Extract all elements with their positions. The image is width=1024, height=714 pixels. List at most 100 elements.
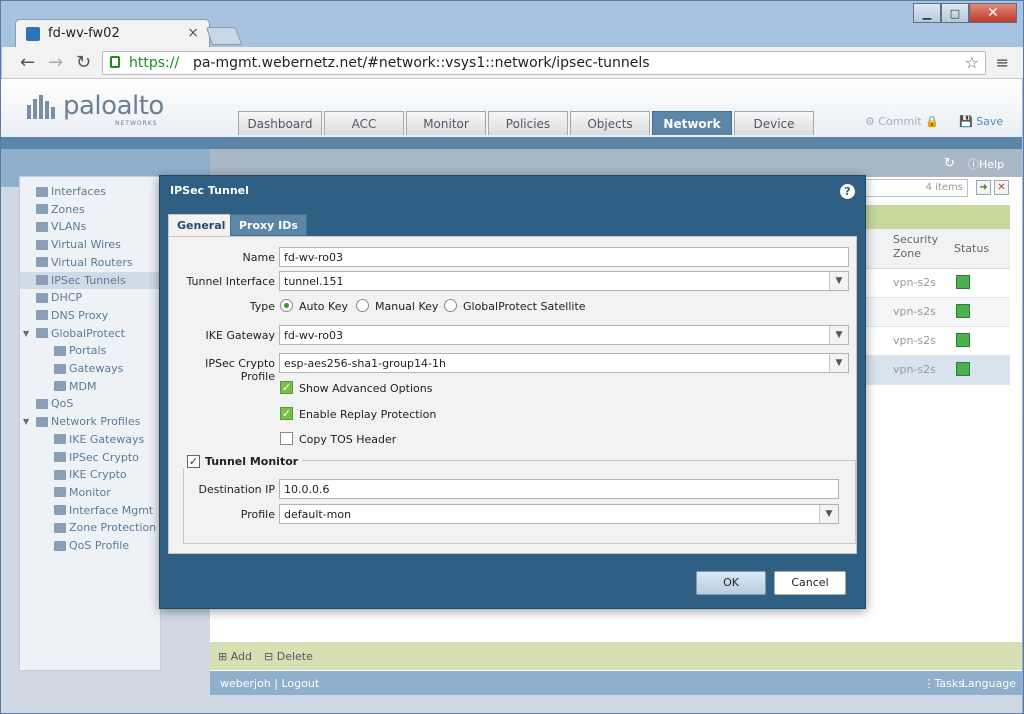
sidebar-item-icon [36,310,48,321]
sidebar-item-icon [36,204,48,215]
tab-device[interactable]: Device [734,111,814,135]
tunnel-interface-value: tunnel.151 [284,275,344,288]
logout-link[interactable]: Logout [282,677,320,690]
refresh-icon[interactable]: ↻ [944,156,955,171]
sidebar-item-icon [36,416,48,427]
sidebar-item-label: QoS Profile [69,539,130,552]
destination-ip-field[interactable] [279,479,839,499]
delete-button[interactable]: ⊟ Delete [264,650,313,663]
auto-key-radio[interactable] [280,299,293,312]
cancel-button[interactable]: Cancel [774,571,846,595]
replay-protection-checkbox[interactable]: ✓ [280,407,293,420]
table-row[interactable]: vpn-s2s [860,356,1010,385]
ipsec-crypto-select[interactable]: esp-aes256-sha1-group14-1h ▼ [279,353,849,373]
sidebar-item-label: Zones [51,202,85,216]
apply-filter-icon[interactable]: ➜ [976,180,991,195]
sidebar-item-virtual-wires[interactable]: Virtual Wires [20,236,160,253]
close-window-button[interactable]: ✕ [969,3,1017,23]
sidebar-item-ike-crypto[interactable]: IKE Crypto [20,466,160,483]
tunnel-interface-select[interactable]: tunnel.151 ▼ [279,271,849,291]
sidebar-item-globalprotect[interactable]: ▼ GlobalProtect [20,325,160,342]
sidebar-item-interface-mgmt[interactable]: Interface Mgmt [20,502,160,519]
sidebar-item-ipsec-crypto[interactable]: IPSec Crypto [20,449,160,466]
sidebar-item-icon [54,522,66,533]
content-footer: ⊞ Add ⊟ Delete [210,642,1022,670]
maximize-button[interactable]: □ [941,3,969,23]
items-count: 4 items [925,182,963,193]
tab-acc[interactable]: ACC [324,111,404,135]
sidebar-item-network-profiles[interactable]: ▼ Network Profiles [20,413,160,430]
expand-toggle-icon[interactable]: ▼ [23,329,29,338]
add-button[interactable]: ⊞ Add [218,650,252,663]
sidebar-item-vlans[interactable]: VLANs [20,218,160,235]
globalprotect-satellite-radio[interactable] [444,299,457,312]
ok-button[interactable]: OK [696,571,766,595]
table-row[interactable]: vpn-s2s [860,327,1010,356]
browser-menu-icon[interactable]: ≡ [996,53,1009,72]
browser-tab[interactable]: fd-wv-fw02 × [15,19,210,47]
ipsec-tunnel-dialog: IPSec Tunnel ? General Proxy IDs Name Tu… [159,175,866,609]
save-button[interactable]: 💾 Save [959,115,1003,128]
status-icon [956,275,970,289]
show-advanced-checkbox[interactable]: ✓ [280,381,293,394]
status-icon [956,333,970,347]
clear-filter-icon[interactable]: ✕ [994,180,1009,195]
sidebar-item-qos[interactable]: QoS [20,395,160,412]
sidebar-item-interfaces[interactable]: Interfaces [20,183,160,200]
language-button[interactable]: Language [962,677,1016,690]
sidebar-item-zone-protection[interactable]: Zone Protection [20,519,160,536]
back-icon[interactable]: ← [20,52,35,73]
sidebar-item-ike-gateways[interactable]: IKE Gateways [20,431,160,448]
dialog-help-icon[interactable]: ? [840,184,855,199]
table-row[interactable]: vpn-s2s [860,298,1010,327]
tab-proxy-ids[interactable]: Proxy IDs [230,214,307,236]
filter-input[interactable]: 4 items [860,179,968,197]
profile-select[interactable]: default-mon ▼ [279,504,839,524]
status-icon [956,304,970,318]
header-subbar [1,137,1022,149]
sidebar-item-zones[interactable]: Zones [20,201,160,218]
sidebar-item-mdm[interactable]: MDM [20,378,160,395]
ipsec-crypto-label: IPSec Crypto Profile [205,357,275,383]
manual-key-radio[interactable] [356,299,369,312]
sidebar-item-dhcp[interactable]: DHCP [20,289,160,306]
ike-gateway-select[interactable]: fd-wv-ro03 ▼ [279,325,849,345]
sidebar: Interfaces Zones VLANs Virtual Wires Virtual… [19,176,161,671]
tab-policies[interactable]: Policies [488,111,568,135]
sidebar-item-gateways[interactable]: Gateways [20,360,160,377]
sidebar-item-ipsec-tunnels[interactable]: IPSec Tunnels [20,271,160,289]
sidebar-item-icon [54,452,66,462]
address-bar[interactable]: https:// pa-mgmt.webernetz.net/#network:… [102,51,986,75]
sidebar-item-monitor[interactable]: Monitor [20,484,160,501]
sidebar-item-icon [54,345,66,356]
sidebar-item-qos-profile[interactable]: QoS Profile [20,537,160,554]
column-status[interactable]: Status [954,242,989,255]
sidebar-item-portals[interactable]: Portals [20,342,160,359]
tab-network[interactable]: Network [652,111,732,135]
tab-close-icon[interactable]: × [187,25,199,41]
tab-dashboard[interactable]: Dashboard [238,111,322,135]
table-row[interactable]: vpn-s2s [860,269,1010,298]
help-link[interactable]: ⓘHelp [968,156,1004,172]
main-tabs: Dashboard ACC Monitor Policies Objects N… [238,111,814,135]
forward-icon[interactable]: → [48,52,63,73]
minimize-button[interactable]: ▁ [913,3,941,23]
new-tab-button[interactable] [205,27,243,45]
auto-key-label: Auto Key [299,300,348,313]
copy-tos-checkbox[interactable] [280,432,293,445]
sidebar-item-dns-proxy[interactable]: DNS Proxy [20,307,160,324]
name-field[interactable] [279,247,849,267]
tasks-button[interactable]: ⋮Tasks [924,677,964,690]
reload-icon[interactable]: ↻ [76,52,91,73]
commit-button[interactable]: ⚙ Commit 🔒 [865,115,939,128]
tab-objects[interactable]: Objects [570,111,650,135]
content-toolbar: ↻ ⓘHelp [210,149,1022,177]
tab-general[interactable]: General [168,214,235,236]
sidebar-item-label: VLANs [51,220,87,234]
column-security-zone[interactable]: Security Zone [893,233,943,261]
bookmark-star-icon[interactable]: ☆ [965,53,979,72]
sidebar-item-virtual-routers[interactable]: Virtual Routers [20,254,160,271]
expand-toggle-icon[interactable]: ▼ [23,417,29,426]
tunnel-monitor-checkbox[interactable]: ✓ [187,455,200,468]
tab-monitor[interactable]: Monitor [406,111,486,135]
